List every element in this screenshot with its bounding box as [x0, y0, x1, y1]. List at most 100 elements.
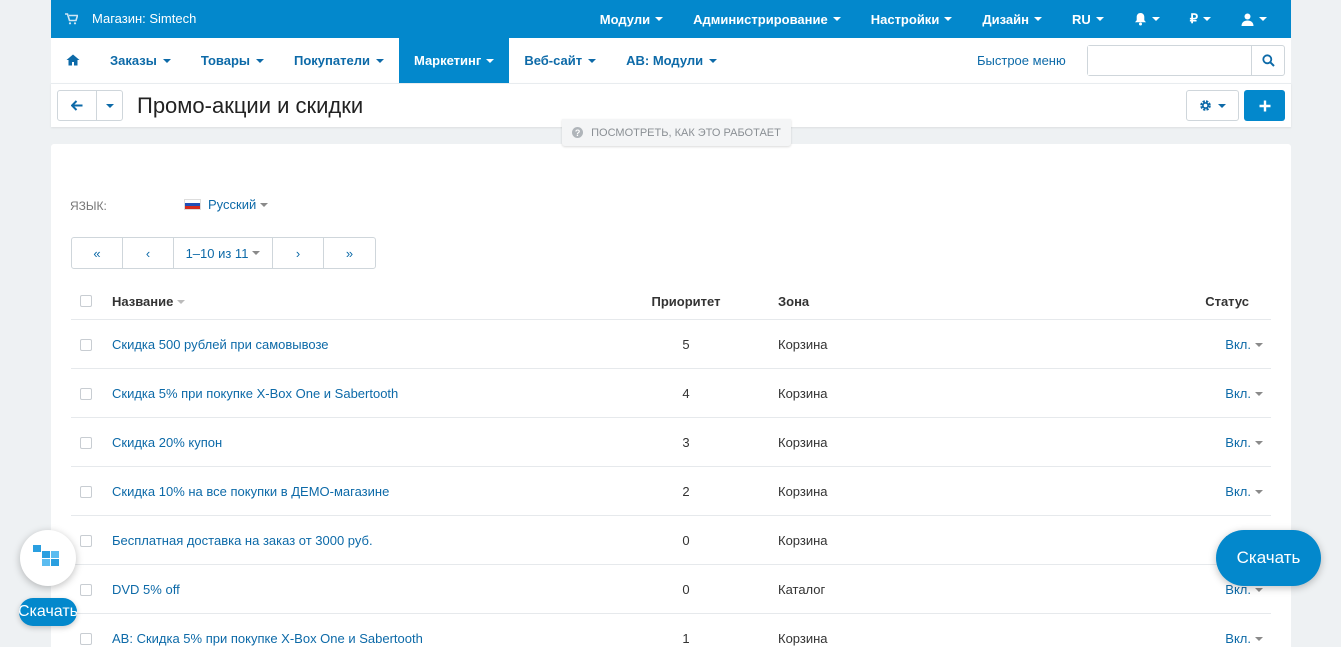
page-title: Промо-акции и скидки: [137, 93, 364, 118]
pager-last[interactable]: »: [324, 238, 375, 268]
chevron-down-icon: [1255, 587, 1263, 592]
priority-value: 2: [682, 484, 690, 499]
promotion-name-link[interactable]: Бесплатная доставка на заказ от 3000 руб…: [112, 533, 373, 548]
zone-value: Корзина: [778, 484, 828, 499]
language-value: Русский: [208, 197, 257, 212]
row-checkbox[interactable]: [80, 584, 92, 596]
search-input[interactable]: [1088, 46, 1251, 75]
store-switcher[interactable]: Магазин: Simtech: [65, 11, 196, 26]
quick-menu-link[interactable]: Быстрое меню: [977, 53, 1066, 68]
top-menu-currency[interactable]: ₽: [1190, 11, 1211, 27]
content-card: ЯЗЫК: Русский « ‹ 1–10 из 11 › » Названи…: [51, 144, 1291, 647]
header-zone[interactable]: Зона: [778, 294, 809, 309]
status-value: Вкл.: [1225, 386, 1251, 401]
status-dropdown[interactable]: Вкл.: [1225, 631, 1263, 646]
nav-marketing[interactable]: Маркетинг: [398, 38, 510, 83]
pager-prev[interactable]: ‹: [123, 238, 174, 268]
nav-ab-modules[interactable]: AB: Модули: [611, 38, 732, 83]
top-menu-modules[interactable]: Модули: [600, 12, 664, 27]
top-menu-language[interactable]: RU: [1072, 12, 1104, 27]
header-name[interactable]: Название: [112, 294, 186, 309]
top-menu-settings[interactable]: Настройки: [871, 12, 953, 27]
cart-icon: [65, 12, 78, 24]
promotions-table: Название Приоритет Зона Статус Скидка 50…: [71, 283, 1271, 647]
status-dropdown[interactable]: Вкл.: [1225, 386, 1263, 401]
row-checkbox[interactable]: [80, 633, 92, 645]
row-checkbox[interactable]: [80, 388, 92, 400]
back-button[interactable]: [58, 91, 97, 120]
promotion-name-link[interactable]: Скидка 5% при покупке X-Box One и Sabert…: [112, 386, 398, 401]
chevron-down-icon: [105, 103, 114, 108]
nav-customers[interactable]: Покупатели: [279, 38, 399, 83]
table-row: Скидка 10% на все покупки в ДЕМО-магазин…: [71, 467, 1271, 516]
back-button-group: [57, 90, 123, 121]
status-value: Вкл.: [1225, 484, 1251, 499]
table-row: AB: Скидка 5% при покупке X-Box One и Sa…: [71, 614, 1271, 647]
promotion-name-link[interactable]: DVD 5% off: [112, 582, 180, 597]
top-menu-administration[interactable]: Администрирование: [693, 12, 841, 27]
priority-value: 4: [682, 386, 690, 401]
top-menu-design[interactable]: Дизайн: [982, 12, 1042, 27]
row-checkbox[interactable]: [80, 535, 92, 547]
chevron-down-icon: [1255, 489, 1263, 494]
chevron-down-icon: [1255, 391, 1263, 396]
select-all-checkbox[interactable]: [80, 295, 92, 307]
user-menu[interactable]: [1241, 13, 1267, 26]
history-dropdown-button[interactable]: [97, 91, 122, 120]
status-value: Вкл.: [1225, 337, 1251, 352]
zone-value: Корзина: [778, 631, 828, 646]
main-nav: Заказы Товары Покупатели Маркетинг Веб-с…: [51, 38, 1291, 83]
promotion-name-link[interactable]: AB: Скидка 5% при покупке X-Box One и Sa…: [112, 631, 423, 646]
status-dropdown[interactable]: Вкл.: [1225, 484, 1263, 499]
status-dropdown[interactable]: Вкл.: [1225, 435, 1263, 450]
chevron-down-icon: [1255, 440, 1263, 445]
promotion-name-link[interactable]: Скидка 20% купон: [112, 435, 222, 450]
pager-range-dropdown[interactable]: 1–10 из 11: [174, 238, 273, 268]
user-icon: [1241, 13, 1254, 26]
language-selector[interactable]: Русский: [184, 197, 269, 212]
pager-next[interactable]: ›: [273, 238, 324, 268]
arrow-left-icon: [71, 100, 83, 111]
chevron-down-icon: [1255, 342, 1263, 347]
priority-value: 0: [682, 582, 690, 597]
gear-icon: [1200, 100, 1211, 111]
plus-icon: [1259, 100, 1270, 111]
settings-dropdown-button[interactable]: [1186, 90, 1239, 121]
search-icon: [1261, 54, 1275, 67]
nav-products[interactable]: Товары: [186, 38, 279, 83]
chevron-down-icon: [1255, 636, 1263, 641]
priority-value: 1: [682, 631, 690, 646]
priority-value: 3: [682, 435, 690, 450]
store-name: Магазин: Simtech: [92, 11, 197, 26]
header-priority[interactable]: Приоритет: [646, 294, 726, 309]
apps-widget-button[interactable]: [20, 530, 76, 586]
language-label: ЯЗЫК:: [70, 199, 107, 213]
nav-orders[interactable]: Заказы: [95, 38, 186, 83]
home-icon[interactable]: [66, 54, 80, 66]
row-checkbox[interactable]: [80, 437, 92, 449]
notifications-menu[interactable]: [1134, 12, 1160, 26]
table-header: Название Приоритет Зона Статус: [71, 283, 1271, 320]
table-row: Скидка 500 рублей при самовывозе 5 Корзина…: [71, 320, 1271, 369]
search-button[interactable]: [1251, 46, 1284, 75]
status-value: Вкл.: [1225, 435, 1251, 450]
row-checkbox[interactable]: [80, 339, 92, 351]
download-button-small[interactable]: Скачать: [19, 598, 77, 626]
download-button[interactable]: Скачать: [1216, 530, 1321, 586]
header-status[interactable]: Статус: [1205, 294, 1249, 309]
promotion-name-link[interactable]: Скидка 10% на все покупки в ДЕМО-магазин…: [112, 484, 389, 499]
question-icon: ?: [572, 127, 584, 138]
bell-icon: [1134, 13, 1146, 26]
add-promotion-button[interactable]: [1244, 90, 1285, 121]
status-dropdown[interactable]: Вкл.: [1225, 337, 1263, 352]
nav-website[interactable]: Веб-сайт: [509, 38, 611, 83]
promotion-name-link[interactable]: Скидка 500 рублей при самовывозе: [112, 337, 329, 352]
zone-value: Корзина: [778, 386, 828, 401]
how-it-works-button[interactable]: ? ПОСМОТРЕТЬ, КАК ЭТО РАБОТАЕТ: [562, 119, 791, 146]
table-row: Бесплатная доставка на заказ от 3000 руб…: [71, 516, 1271, 565]
how-it-works-label: ПОСМОТРЕТЬ, КАК ЭТО РАБОТАЕТ: [591, 126, 781, 139]
pager-first[interactable]: «: [72, 238, 123, 268]
row-checkbox[interactable]: [80, 486, 92, 498]
table-row: Скидка 20% купон 3 Корзина Вкл.: [71, 418, 1271, 467]
search-box: [1087, 45, 1285, 76]
